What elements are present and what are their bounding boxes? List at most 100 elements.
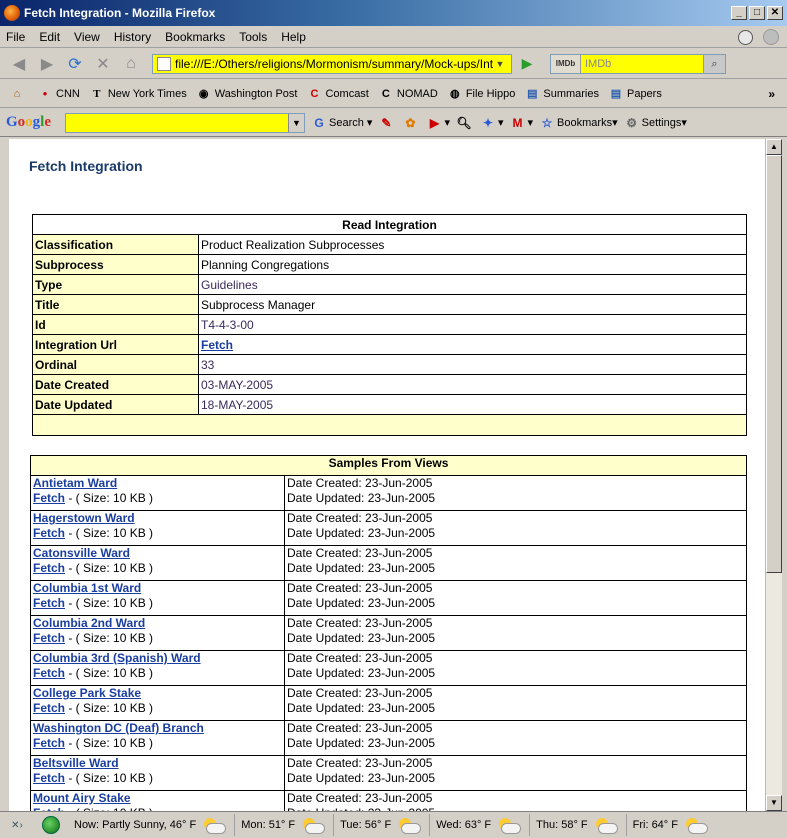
highlight-button[interactable]: ✎: [378, 115, 396, 131]
page-icon: ▤: [610, 88, 622, 100]
field-value: Planning Congregations: [198, 254, 747, 275]
google-search-button[interactable]: G Search ▾: [311, 115, 372, 131]
menu-edit[interactable]: Edit: [39, 30, 60, 44]
fetch-link[interactable]: Fetch: [33, 596, 65, 610]
menu-history[interactable]: History: [114, 30, 151, 44]
fetch-link[interactable]: Fetch: [33, 771, 65, 785]
close-button[interactable]: ✕: [767, 6, 783, 20]
google-search-input[interactable]: ▼: [65, 112, 306, 133]
address-text[interactable]: file:///E:/Others/religions/Mormonism/su…: [175, 57, 493, 71]
date-updated: Date Updated: 23-Jun-2005: [287, 631, 436, 645]
table-row: Ordinal 33: [32, 354, 747, 375]
home-bookmark[interactable]: ⌂: [10, 87, 28, 101]
sample-name-link[interactable]: Catonsville Ward: [33, 546, 130, 560]
bookmark-papers[interactable]: ▤ Papers: [609, 87, 662, 101]
table-row: Date Created 03-MAY-2005: [32, 374, 747, 395]
sample-cell: Columbia 1st Ward Fetch - ( Size: 10 KB ): [30, 580, 285, 616]
size-text: - ( Size: 10 KB ): [65, 736, 154, 750]
scroll-up-button[interactable]: ▲: [766, 139, 782, 155]
chevron-right-icon[interactable]: »: [768, 87, 775, 101]
scroll-thumb[interactable]: [766, 155, 782, 573]
integration-url-link[interactable]: Fetch: [201, 338, 233, 352]
sample-name-link[interactable]: Hagerstown Ward: [33, 511, 135, 525]
fetch-link[interactable]: Fetch: [33, 631, 65, 645]
bookmark-nomad[interactable]: C NOMAD: [379, 87, 438, 101]
forecast-fri[interactable]: Fri: 64° F: [625, 814, 712, 836]
chevron-down-icon[interactable]: ▼: [493, 59, 507, 69]
sample-name-link[interactable]: Beltsville Ward: [33, 756, 119, 770]
fetch-link[interactable]: Fetch: [33, 526, 65, 540]
date-created: Date Created: 23-Jun-2005: [287, 756, 433, 770]
fetch-link[interactable]: Fetch: [33, 701, 65, 715]
size-text: - ( Size: 10 KB ): [65, 491, 154, 505]
stop-button[interactable]: ✕: [92, 53, 114, 75]
back-button[interactable]: ◀: [8, 53, 30, 75]
title-bar: Fetch Integration - Mozilla Firefox _ □ …: [0, 0, 787, 26]
vertical-scrollbar[interactable]: ▲ ▼: [765, 139, 782, 811]
page-icon: ▤: [527, 88, 538, 100]
menu-view[interactable]: View: [74, 30, 100, 44]
forecast-label: Wed: 63° F: [436, 819, 492, 831]
bookmark-cnn[interactable]: ● CNN: [38, 87, 80, 101]
forward-button[interactable]: ▶: [36, 53, 58, 75]
bookmark-label: Summaries: [543, 87, 599, 100]
cnn-icon: ●: [42, 89, 48, 98]
date-updated: Date Updated: 23-Jun-2005: [287, 771, 436, 785]
weather-now[interactable]: Now: Partly Sunny, 46° F: [68, 814, 230, 836]
home-button[interactable]: ⌂: [120, 53, 142, 75]
table-row: Title Subprocess Manager: [32, 294, 747, 315]
star-icon: ☆: [541, 115, 553, 130]
translate-button[interactable]: ✦ ▾: [480, 115, 504, 131]
sample-name-link[interactable]: Columbia 3rd (Spanish) Ward: [33, 651, 201, 665]
sample-name-link[interactable]: Columbia 2nd Ward: [33, 616, 145, 630]
bookmark-label: New York Times: [107, 87, 187, 100]
bookmark-comcast[interactable]: C Comcast: [307, 87, 368, 101]
fetch-link[interactable]: Fetch: [33, 666, 65, 680]
sample-cell: Columbia 2nd Ward Fetch - ( Size: 10 KB ): [30, 615, 285, 651]
sample-name-link[interactable]: Columbia 1st Ward: [33, 581, 141, 595]
lookup-button[interactable]: 🔍︎: [456, 115, 474, 131]
bookmark-file-hippo[interactable]: ◍ File Hippo: [448, 87, 515, 101]
menu-help[interactable]: Help: [281, 30, 306, 44]
menu-file[interactable]: File: [6, 30, 25, 44]
forecast-mon[interactable]: Mon: 51° F: [234, 814, 329, 836]
sample-name-link[interactable]: College Park Stake: [33, 686, 141, 700]
reload-button[interactable]: ⟳: [64, 53, 86, 75]
forecast-tue[interactable]: Tue: 56° F: [333, 814, 425, 836]
forecast-wed[interactable]: Wed: 63° F: [429, 814, 525, 836]
bookmark-washington-post[interactable]: ◉ Washington Post: [197, 87, 298, 101]
youtube-button[interactable]: ▶ ▾: [426, 115, 450, 131]
search-icon[interactable]: ⌕: [703, 54, 725, 73]
gmail-button[interactable]: M ▾: [510, 115, 534, 131]
sample-name-link[interactable]: Antietam Ward: [33, 476, 117, 490]
bookmark-nyt[interactable]: T New York Times: [90, 87, 187, 101]
fetch-link[interactable]: Fetch: [33, 561, 65, 575]
sample-name-link[interactable]: Mount Airy Stake: [33, 791, 131, 805]
search-input[interactable]: IMDb: [581, 58, 703, 70]
menu-tools[interactable]: Tools: [239, 30, 267, 44]
bookmark-label: NOMAD: [396, 87, 438, 100]
search-engine-selector[interactable]: IMDb: [551, 54, 581, 73]
sample-name-link[interactable]: Washington DC (Deaf) Branch: [33, 721, 204, 735]
go-button[interactable]: ▶: [518, 55, 536, 72]
picasa-button[interactable]: ✿: [402, 115, 420, 131]
google-logo: Google: [6, 114, 52, 130]
search-box[interactable]: IMDb IMDb ⌕: [550, 53, 726, 74]
minimize-button[interactable]: _: [731, 6, 747, 20]
sample-cell: Columbia 3rd (Spanish) Ward Fetch - ( Siz…: [30, 650, 285, 686]
bookmarks-button[interactable]: ☆ Bookmarks ▾: [539, 115, 618, 131]
fetch-link[interactable]: Fetch: [33, 736, 65, 750]
settings-button[interactable]: ⚙ Settings ▾: [624, 115, 687, 131]
forecast-thu[interactable]: Thu: 58° F: [529, 814, 621, 836]
maximize-button[interactable]: □: [749, 6, 765, 20]
bookmarks-label: Bookmarks: [557, 116, 613, 129]
partly-sunny-icon: [202, 818, 227, 834]
fetch-link[interactable]: Fetch: [33, 491, 65, 505]
scroll-down-button[interactable]: ▼: [766, 795, 782, 811]
field-label: Date Created: [32, 374, 199, 395]
address-bar[interactable]: file:///E:/Others/religions/Mormonism/su…: [152, 53, 512, 74]
bookmark-summaries[interactable]: ▤ Summaries: [525, 87, 599, 101]
chevron-down-icon[interactable]: ▼: [288, 113, 305, 132]
menu-bookmarks[interactable]: Bookmarks: [165, 30, 225, 44]
forecastfox-icon[interactable]: ✕›: [4, 815, 30, 835]
